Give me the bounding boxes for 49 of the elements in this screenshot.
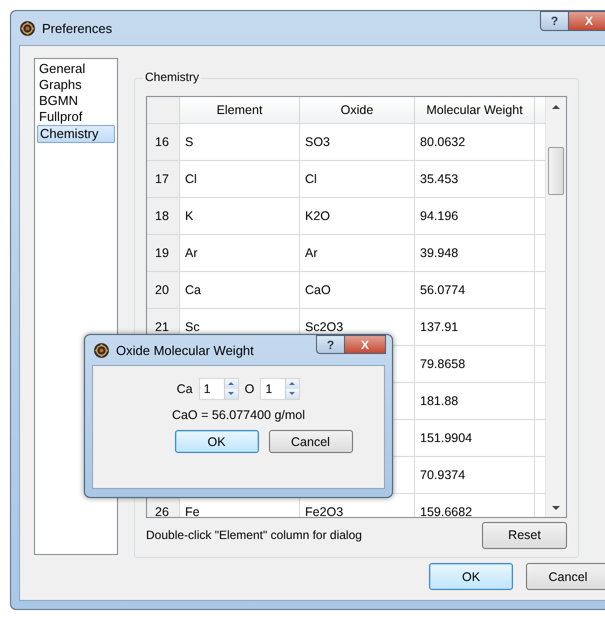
table-cell: Ca <box>180 272 300 308</box>
group-title: Chemistry <box>143 70 202 84</box>
table-cell: 56.0774 <box>415 272 535 308</box>
dialog-button[interactable]: Cancel <box>268 430 352 453</box>
table-cell: SO3 <box>300 124 415 160</box>
category-item[interactable]: Fullprof <box>37 109 115 125</box>
help-button[interactable]: ? <box>540 11 568 31</box>
row-header: 18 <box>147 198 180 234</box>
table-cell: 151.9904 <box>415 420 535 456</box>
column-header[interactable]: Molecular Weight <box>415 97 535 123</box>
table-cell: 80.0632 <box>415 124 535 160</box>
table-cell: 94.196 <box>415 198 535 234</box>
result-text: CaO = 56.077400 g/mol <box>172 408 306 422</box>
table-cell: 137.91 <box>415 309 535 345</box>
spin-box[interactable]: 1 <box>260 378 300 400</box>
row-header: 17 <box>147 161 180 197</box>
table-cell: 70.9374 <box>415 457 535 493</box>
dialog-button[interactable]: OK <box>429 563 513 590</box>
table-cell: 35.453 <box>415 161 535 197</box>
table-cell: Cl <box>180 161 300 197</box>
table-cell: CaO <box>300 272 415 308</box>
table-cell: S <box>180 124 300 160</box>
spinner-label: Ca <box>176 382 193 396</box>
table-cell: 79.8658 <box>415 346 535 382</box>
table-cell: 181.88 <box>415 383 535 419</box>
reset-button[interactable]: Reset <box>482 522 567 548</box>
row-header: 16 <box>147 124 180 160</box>
window-title: Oxide Molecular Weight <box>116 342 254 358</box>
dialog-button[interactable]: OK <box>174 430 258 453</box>
row-header: 20 <box>147 272 180 308</box>
help-button[interactable]: ? <box>316 335 344 354</box>
spinner-label: O <box>244 382 254 396</box>
category-item[interactable]: Chemistry <box>37 125 115 143</box>
row-header: 19 <box>147 235 180 271</box>
table-cell: Ar <box>180 235 300 271</box>
column-header[interactable]: Element <box>180 97 300 123</box>
window-title: Preferences <box>42 20 112 36</box>
table-cell: 39.948 <box>415 235 535 271</box>
dialog-button[interactable]: Cancel <box>526 563 605 590</box>
table-cell: K2O <box>300 198 415 234</box>
category-item[interactable]: BGMN <box>37 93 115 109</box>
column-header[interactable]: Oxide <box>300 97 415 123</box>
category-item[interactable]: Graphs <box>37 77 115 93</box>
hint-text: Double-click "Element" column for dialog <box>146 528 362 542</box>
table-cell: Cl <box>300 161 415 197</box>
table-cell: K <box>180 198 300 234</box>
category-item[interactable]: General <box>37 61 115 77</box>
spin-box[interactable]: 1 <box>198 378 239 400</box>
table-cell: Ar <box>300 235 415 271</box>
